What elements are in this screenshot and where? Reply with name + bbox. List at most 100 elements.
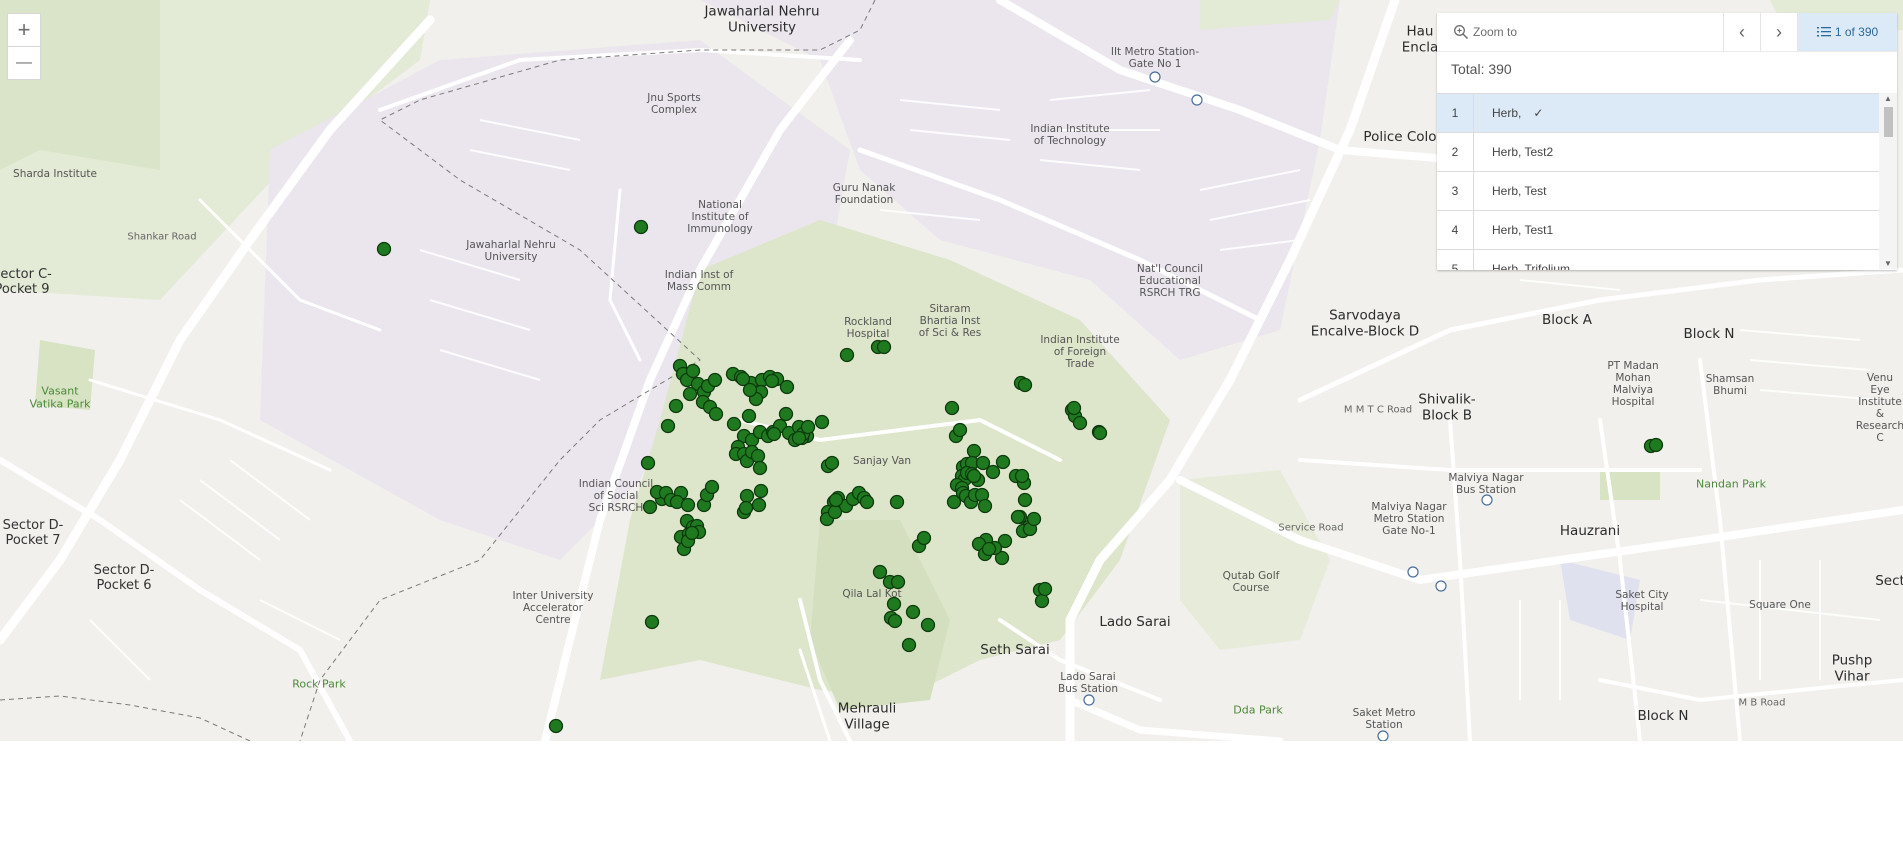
observation-point[interactable] [660, 418, 676, 434]
observation-point[interactable] [791, 430, 807, 446]
observation-point[interactable] [642, 499, 658, 515]
observation-point[interactable] [1072, 415, 1088, 431]
next-button[interactable]: › [1761, 13, 1798, 51]
zoom-out-button[interactable]: — [7, 46, 41, 80]
observation-point[interactable] [827, 504, 843, 520]
observation-point[interactable] [920, 617, 936, 633]
row-label: Herb, Test [1492, 184, 1547, 198]
zoom-to-icon [1454, 25, 1469, 40]
previous-button[interactable]: ‹ [1724, 13, 1761, 51]
feature-list: 1 Herb, ✓ 2 Herb, Test2 3 Herb, Test 4 He… [1437, 93, 1879, 270]
list-item[interactable]: 5 Herb, Trifolium [1437, 250, 1879, 270]
observation-point[interactable] [739, 488, 755, 504]
panel-toolbar: Zoom to ‹ › 1 of 390 [1437, 13, 1897, 52]
observation-point[interactable] [944, 400, 960, 416]
row-number: 5 [1437, 250, 1474, 270]
observation-point[interactable] [668, 398, 684, 414]
observation-point[interactable] [726, 416, 742, 432]
observation-point[interactable] [800, 419, 816, 435]
observation-point[interactable] [887, 613, 903, 629]
feature-list-panel: Zoom to ‹ › 1 of 390 Total: 390 1 Herb, ✓… [1437, 13, 1897, 270]
row-label: Herb, Test1 [1492, 223, 1554, 237]
observation-point[interactable] [995, 454, 1011, 470]
observation-point[interactable] [824, 455, 840, 471]
observation-point[interactable] [966, 468, 982, 484]
observation-point[interactable] [1037, 581, 1053, 597]
list-item[interactable]: 2 Herb, Test2 [1437, 133, 1879, 172]
observation-point[interactable] [1066, 400, 1082, 416]
observation-point[interactable] [890, 574, 906, 590]
observation-point[interactable] [872, 564, 888, 580]
list-item[interactable]: 4 Herb, Test1 [1437, 211, 1879, 250]
observation-point[interactable] [1092, 425, 1108, 441]
feature-list-toggle[interactable]: 1 of 390 [1798, 13, 1897, 51]
observation-point[interactable] [704, 479, 720, 495]
zoom-to-button[interactable]: Zoom to [1437, 13, 1724, 51]
map-view[interactable]: Jawaharlal Nehru University Jnu Sports Co… [0, 0, 1903, 741]
observation-point[interactable] [753, 483, 769, 499]
observation-point[interactable] [886, 596, 902, 612]
observation-point[interactable] [1010, 509, 1026, 525]
observation-point[interactable] [738, 500, 754, 516]
observation-point[interactable] [828, 492, 844, 508]
chevron-right-icon: › [1776, 21, 1782, 42]
observation-point[interactable] [376, 241, 392, 257]
observation-point[interactable] [952, 422, 968, 438]
list-icon [1816, 27, 1831, 37]
observation-point[interactable] [876, 339, 892, 355]
list-scrollbar[interactable]: ▲ ▼ [1879, 93, 1897, 269]
row-number: 4 [1437, 211, 1474, 249]
scroll-down-icon[interactable]: ▼ [1884, 259, 1892, 268]
observation-point[interactable] [682, 386, 698, 402]
list-item[interactable]: 3 Herb, Test [1437, 172, 1879, 211]
observation-point[interactable] [779, 379, 795, 395]
row-label: Herb, [1492, 106, 1522, 120]
observation-point[interactable] [741, 408, 757, 424]
observation-point[interactable] [1014, 468, 1030, 484]
observation-point[interactable] [633, 219, 649, 235]
observation-point[interactable] [684, 525, 700, 541]
observation-point[interactable] [707, 372, 723, 388]
observation-point[interactable] [1017, 377, 1033, 393]
chevron-left-icon: ‹ [1739, 21, 1745, 42]
observation-point[interactable] [548, 718, 564, 734]
observation-point[interactable] [977, 498, 993, 514]
row-number: 2 [1437, 133, 1474, 171]
scroll-up-icon[interactable]: ▲ [1884, 94, 1892, 103]
observation-point[interactable] [1026, 511, 1042, 527]
observation-point[interactable] [839, 347, 855, 363]
zoom-in-button[interactable]: + [7, 13, 41, 47]
observation-point[interactable] [750, 448, 766, 464]
row-number: 3 [1437, 172, 1474, 210]
observation-point[interactable] [981, 541, 997, 557]
observation-point[interactable] [1017, 492, 1033, 508]
observation-point[interactable] [901, 637, 917, 653]
observation-point[interactable] [859, 494, 875, 510]
observation-point[interactable] [735, 371, 751, 387]
observation-point[interactable] [905, 604, 921, 620]
observation-point[interactable] [814, 414, 830, 430]
observation-point[interactable] [766, 426, 782, 442]
observation-point[interactable] [751, 497, 767, 513]
observation-point[interactable] [1034, 593, 1050, 609]
minus-icon: — [16, 54, 32, 71]
observation-point[interactable] [889, 494, 905, 510]
total-count: Total: 390 [1451, 61, 1512, 77]
list-item[interactable]: 1 Herb, ✓ [1437, 94, 1879, 133]
observation-point[interactable] [644, 614, 660, 630]
observation-point[interactable] [985, 464, 1001, 480]
observation-point[interactable] [1648, 437, 1664, 453]
observation-point[interactable] [752, 460, 768, 476]
observation-point[interactable] [778, 406, 794, 422]
plus-icon: + [17, 17, 31, 42]
checkmark-icon: ✓ [1533, 106, 1544, 120]
observation-point[interactable] [640, 455, 656, 471]
observation-point[interactable] [685, 363, 701, 379]
observation-point[interactable] [764, 373, 780, 389]
row-number: 1 [1437, 94, 1474, 132]
observation-point[interactable] [966, 443, 982, 459]
observation-point[interactable] [680, 497, 696, 513]
observation-point[interactable] [708, 406, 724, 422]
scroll-thumb[interactable] [1884, 107, 1893, 137]
observation-point[interactable] [916, 530, 932, 546]
